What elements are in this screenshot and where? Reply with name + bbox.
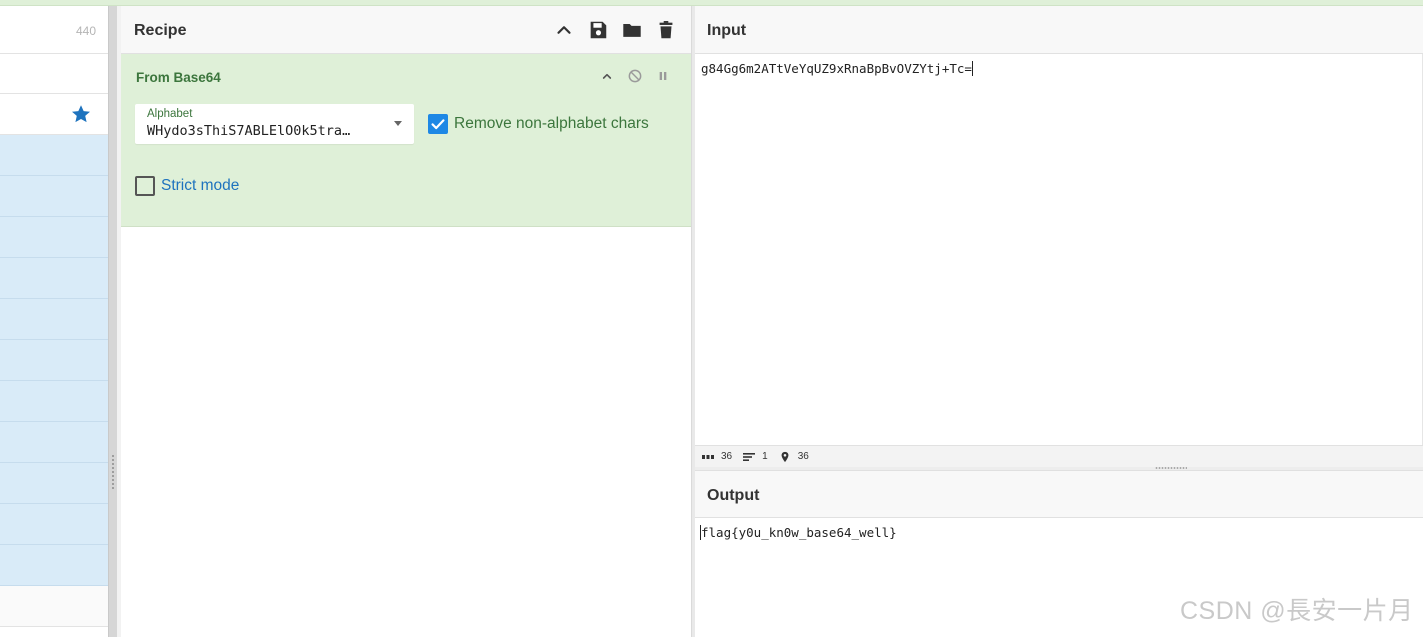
checkmark-icon — [431, 119, 445, 130]
star-icon[interactable] — [70, 103, 92, 125]
folder-icon[interactable] — [621, 19, 643, 41]
lines-icon — [743, 452, 756, 461]
operation-title: From Base64 — [136, 70, 221, 85]
operation-list-item[interactable] — [0, 422, 108, 463]
input-textarea[interactable]: g84Gg6m2ATtVeYqUZ9xRnaBpBvOVZYtj+Tc= — [695, 54, 1423, 445]
cursor-position: 36 — [797, 451, 809, 462]
alphabet-value: WHydo3sThiS7ABLElO0k5tra… — [147, 123, 351, 139]
input-lines: 1 — [762, 451, 768, 462]
lines-stat: 1 — [742, 451, 768, 463]
operation-list-item[interactable] — [0, 135, 108, 176]
operation-list-item[interactable] — [0, 463, 108, 504]
strict-mode-label: Strict mode — [161, 177, 240, 194]
operation-list-item[interactable] — [0, 176, 108, 217]
operations-count: 440 — [75, 24, 96, 38]
operations-search-input[interactable] — [0, 54, 108, 94]
pause-icon[interactable] — [655, 68, 671, 84]
operations-panel: 440 — [0, 6, 108, 637]
input-header: Input — [695, 6, 1423, 54]
recipe-header: Recipe — [121, 6, 691, 54]
abc-icon — [702, 454, 714, 459]
output-textarea[interactable]: flag{y0u_kn0w_base64_well} CSDN @長安一片月 — [695, 518, 1423, 638]
save-icon[interactable] — [587, 19, 609, 41]
strict-mode-checkbox[interactable]: Strict mode — [135, 176, 239, 196]
location-pin-icon — [781, 451, 789, 462]
operation-list-item[interactable] — [0, 340, 108, 381]
recipe-panel: Recipe From Base64 Alphabet WHydo3sThiS7… — [121, 6, 691, 637]
length-stat: 36 — [701, 451, 732, 463]
from-base64-operation: From Base64 Alphabet WHydo3sThiS7ABLElO0… — [121, 54, 691, 227]
trash-icon[interactable] — [655, 19, 677, 41]
caret-down-icon[interactable] — [394, 121, 402, 126]
watermark: CSDN @長安一片月 — [1180, 597, 1414, 625]
remove-non-alphabet-label: Remove non-alphabet chars — [454, 115, 649, 132]
input-status-bar: 36 1 36 — [695, 445, 1423, 467]
recipe-title: Recipe — [134, 22, 187, 39]
output-title: Output — [707, 487, 760, 504]
alphabet-label: Alphabet — [147, 108, 193, 120]
chevron-up-icon[interactable] — [553, 19, 575, 41]
remove-non-alphabet-checkbox[interactable]: Remove non-alphabet chars — [428, 114, 649, 134]
operation-list-item[interactable] — [0, 504, 108, 545]
output-text: flag{y0u_kn0w_base64_well} — [701, 525, 897, 540]
category-row[interactable] — [0, 586, 108, 627]
checkbox-unchecked[interactable] — [135, 176, 155, 196]
io-panel: Input g84Gg6m2ATtVeYqUZ9xRnaBpBvOVZYtj+T… — [695, 6, 1423, 637]
operation-list-item[interactable] — [0, 299, 108, 340]
input-value: g84Gg6m2ATtVeYqUZ9xRnaBpBvOVZYtj+Tc= — [701, 61, 972, 76]
favourites-category[interactable] — [0, 94, 108, 135]
input-text: g84Gg6m2ATtVeYqUZ9xRnaBpBvOVZYtj+Tc= — [701, 61, 973, 76]
operation-list-item[interactable] — [0, 258, 108, 299]
text-cursor — [971, 61, 973, 76]
operation-list-item[interactable] — [0, 545, 108, 586]
operations-resize-handle[interactable] — [108, 6, 117, 637]
chevron-up-icon[interactable] — [599, 68, 615, 84]
input-title: Input — [707, 22, 747, 39]
operations-search-row[interactable]: 440 — [0, 6, 108, 54]
output-header: Output — [695, 471, 1423, 518]
operation-list-item[interactable] — [0, 381, 108, 422]
input-length: 36 — [721, 451, 733, 462]
operation-list-item[interactable] — [0, 217, 108, 258]
cursor-position-stat: 36 — [778, 451, 809, 463]
alphabet-select[interactable]: Alphabet WHydo3sThiS7ABLElO0k5tra… — [135, 104, 414, 144]
disable-icon[interactable] — [627, 68, 643, 84]
checkbox-checked[interactable] — [428, 114, 448, 134]
